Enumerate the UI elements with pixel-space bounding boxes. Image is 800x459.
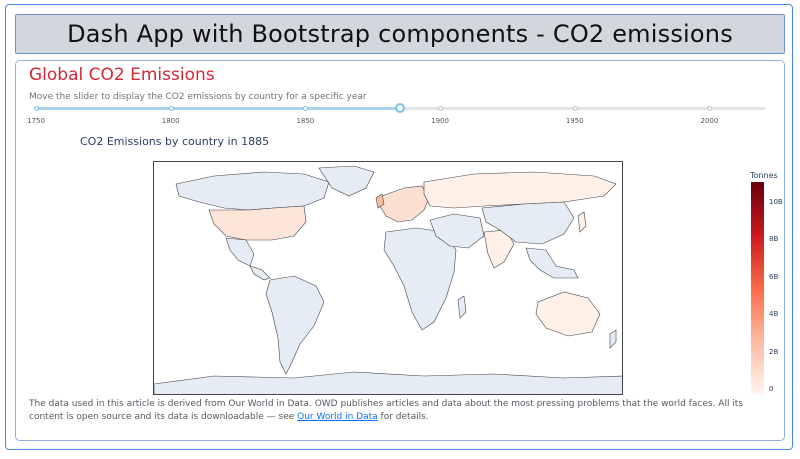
country-greenland[interactable]	[318, 165, 375, 197]
country-madagascar[interactable]	[457, 295, 467, 319]
country-canada[interactable]	[175, 171, 330, 211]
country-new-zealand[interactable]	[609, 329, 617, 349]
our-world-in-data-link[interactable]: Our World in Data	[297, 412, 378, 422]
map-title: CO2 Emissions by country in 1885	[80, 135, 270, 148]
emissions-card: Global CO2 Emissions Move the slider to …	[15, 60, 785, 441]
region-southeast-asia[interactable]	[525, 247, 579, 279]
slider-mark-label[interactable]: 1800	[162, 117, 180, 125]
colorbar-tick-label: 2B	[769, 347, 779, 356]
slider-mark-label[interactable]: 1950	[566, 117, 584, 125]
year-slider[interactable]: 1750 1800 1850 1900 1950 2000	[27, 103, 766, 125]
slider-dot-1750[interactable]	[34, 106, 39, 111]
slider-track[interactable]	[36, 107, 400, 110]
slider-dot-1850[interactable]	[303, 106, 309, 111]
country-mexico[interactable]	[225, 237, 255, 267]
slider-dot-1950[interactable]	[572, 106, 578, 111]
slider-dot-2000[interactable]	[707, 106, 713, 111]
region-south-america[interactable]	[265, 275, 325, 375]
world-map-svg	[154, 165, 623, 395]
country-japan[interactable]	[577, 211, 587, 233]
colorbar-tick-label: 8B	[769, 235, 779, 244]
data-source-note: The data used in this article is derived…	[29, 398, 774, 424]
country-usa[interactable]	[208, 205, 307, 241]
colorbar-tick-label: 10B	[769, 198, 783, 206]
slider-dot-1900[interactable]	[438, 106, 444, 111]
app-header: Dash App with Bootstrap components - CO2…	[15, 14, 785, 54]
slider-dot-1800[interactable]	[168, 106, 174, 111]
region-africa[interactable]	[383, 227, 457, 331]
slider-mark-label[interactable]: 1850	[296, 117, 314, 125]
colorbar	[751, 182, 764, 394]
country-russia[interactable]	[423, 171, 617, 209]
slider-mark-label[interactable]: 1750	[27, 117, 45, 125]
region-europe[interactable]	[379, 185, 430, 223]
slider-handle[interactable]	[394, 103, 405, 113]
world-map[interactable]	[153, 161, 623, 395]
country-australia[interactable]	[535, 291, 601, 337]
colorbar-tick-label: 4B	[769, 310, 779, 319]
app-title: Dash App with Bootstrap components - CO2…	[67, 20, 733, 48]
colorbar-tick-label: 0	[769, 385, 774, 393]
region-central-america[interactable]	[249, 265, 271, 281]
card-title: Global CO2 Emissions	[29, 65, 215, 85]
colorbar-tick-label: 6B	[769, 272, 779, 281]
footer-text-after: for details.	[377, 412, 429, 422]
region-antarctica[interactable]	[154, 371, 623, 395]
slider-mark-label[interactable]: 2000	[701, 117, 719, 125]
slider-mark-label[interactable]: 1900	[431, 117, 449, 125]
slider-instructions: Move the slider to display the CO2 emiss…	[29, 92, 367, 102]
colorbar-title: Tonnes	[750, 171, 778, 180]
